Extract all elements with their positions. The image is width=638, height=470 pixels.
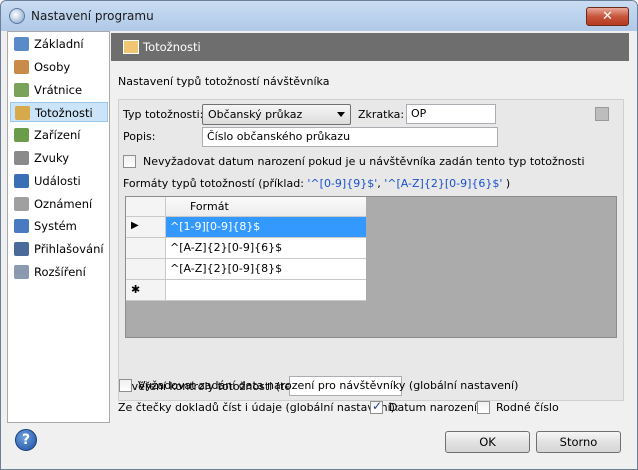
extension-icon <box>14 265 29 279</box>
sidebar-item-label: Události <box>34 173 81 188</box>
sidebar-item-label: Základní <box>34 37 84 51</box>
grid-cell[interactable]: ^[A-Z]{2}[0-9]{6}$ <box>166 238 366 259</box>
formats-label-text: Formáty typů totožností (příklad: <box>123 177 308 190</box>
type-select-value: Občanský průkaz <box>208 108 303 121</box>
device-icon <box>14 128 29 143</box>
sidebar-item-label: Systém <box>34 219 77 234</box>
sidebar-item-label: Rozšíření <box>34 265 86 279</box>
sidebar-item[interactable]: Události <box>10 171 108 191</box>
sidebar-item-label: Totožnosti <box>35 106 93 121</box>
sidebar-item-label: Oznámení <box>34 196 93 211</box>
formats-label-end: ) <box>502 177 511 190</box>
speaker-icon <box>14 151 29 165</box>
abbrev-label: Zkratka: <box>358 108 405 121</box>
sidebar-item-label: Vrátnice <box>34 82 83 97</box>
section-label: Nastavení typů totožností návštěvníka <box>118 75 330 88</box>
description-label: Popis: <box>123 130 156 143</box>
title-bar: Nastavení programu ✕ <box>1 1 637 31</box>
formats-example-1: '^[0-9]{9}$' <box>307 177 378 190</box>
require-birthdate-label: Vyžadovat zadání data narození pro návšt… <box>138 379 519 392</box>
row-header[interactable] <box>126 238 166 259</box>
new-row-icon: ✱ <box>131 283 141 296</box>
personal-id-label: Rodné číslo <box>496 401 559 414</box>
sidebar-item[interactable]: Totožnosti <box>10 102 108 123</box>
app-icon <box>9 8 25 24</box>
system-icon <box>14 219 29 234</box>
formats-label: Formáty typů totožností (příklad: '^[0-9… <box>123 177 510 190</box>
grid-column-header: Formát <box>166 197 366 217</box>
sidebar-item[interactable]: Systém <box>10 216 108 236</box>
sidebar-item[interactable]: Základní <box>10 34 108 54</box>
sidebar-item[interactable]: Osoby <box>10 57 108 77</box>
settings-window: Nastavení programu ✕ Základní Osoby Vrátni… <box>0 0 638 470</box>
sidebar-item-label: Přihlašování <box>34 242 104 257</box>
sidebar-item-label: Zvuky <box>34 151 70 165</box>
help-button[interactable]: ? <box>15 429 37 451</box>
birthdate-checkbox[interactable] <box>370 399 383 414</box>
abbrev-input[interactable]: OP <box>406 104 496 124</box>
personal-id-checkbox[interactable] <box>477 401 490 414</box>
id-card-icon <box>123 40 139 54</box>
content-header-title: Totožnosti <box>143 40 201 54</box>
type-select[interactable]: Občanský průkaz <box>202 104 351 125</box>
sidebar-item[interactable]: Přihlašování <box>10 239 108 259</box>
save-icon[interactable] <box>595 107 609 121</box>
row-header[interactable]: ✱ <box>126 280 166 301</box>
login-icon <box>14 242 29 257</box>
id-type-panel: Typ totožnosti: Občanský průkaz Zkratka:… <box>118 99 624 401</box>
chevron-down-icon <box>337 112 345 117</box>
require-birthdate-checkbox[interactable] <box>119 379 132 392</box>
settings-icon <box>14 37 29 51</box>
sidebar-item-label: Zařízení <box>34 128 81 143</box>
id-card-icon <box>15 106 30 121</box>
people-icon <box>14 59 29 74</box>
notification-icon <box>14 196 29 211</box>
sidebar: Základní Osoby Vrátnice Totožnosti Zařízení Z… <box>7 31 110 423</box>
formats-example-2: '^[A-Z]{2}[0-9]{6}$' <box>384 177 503 190</box>
ok-button[interactable]: OK <box>445 431 530 453</box>
reader-label: Ze čtečky dokladů číst i údaje (globální… <box>118 401 399 414</box>
type-label: Typ totožnosti: <box>123 108 204 121</box>
description-input[interactable]: Číslo občanského průkazu <box>202 127 498 147</box>
sidebar-item[interactable]: Vrátnice <box>10 80 108 100</box>
formats-grid[interactable]: Formát ▶ ^[1-9][0-9]{8}$ ^[A-Z]{2}[0-9]{… <box>125 196 617 338</box>
row-header[interactable] <box>126 259 166 280</box>
grid-corner <box>126 197 166 217</box>
cancel-button[interactable]: Storno <box>536 431 621 453</box>
events-icon <box>14 173 29 188</box>
gate-icon <box>14 82 29 97</box>
sidebar-item[interactable]: Zařízení <box>10 125 108 145</box>
grid-cell[interactable]: ^[1-9][0-9]{8}$ <box>166 217 366 238</box>
content-panel: Totožnosti Nastavení typů totožností náv… <box>111 31 629 423</box>
sidebar-item[interactable]: Zvuky <box>10 148 108 168</box>
no-birthdate-label: Nevyžadovat datum narození pokud je u ná… <box>143 155 585 168</box>
window-title: Nastavení programu <box>31 9 154 23</box>
sidebar-item[interactable]: Rozšíření <box>10 262 108 282</box>
current-row-icon: ▶ <box>131 220 139 231</box>
close-button[interactable]: ✕ <box>586 7 629 26</box>
no-birthdate-checkbox[interactable] <box>123 155 136 168</box>
grid-new-row-cell[interactable] <box>166 280 366 301</box>
sidebar-item-label: Osoby <box>34 59 71 74</box>
content-header: Totožnosti <box>111 33 629 61</box>
sidebar-item[interactable]: Oznámení <box>10 194 108 214</box>
birthdate-label: Datum narození <box>389 401 477 414</box>
grid-cell[interactable]: ^[A-Z]{2}[0-9]{8}$ <box>166 259 366 280</box>
row-header[interactable]: ▶ <box>126 217 166 238</box>
